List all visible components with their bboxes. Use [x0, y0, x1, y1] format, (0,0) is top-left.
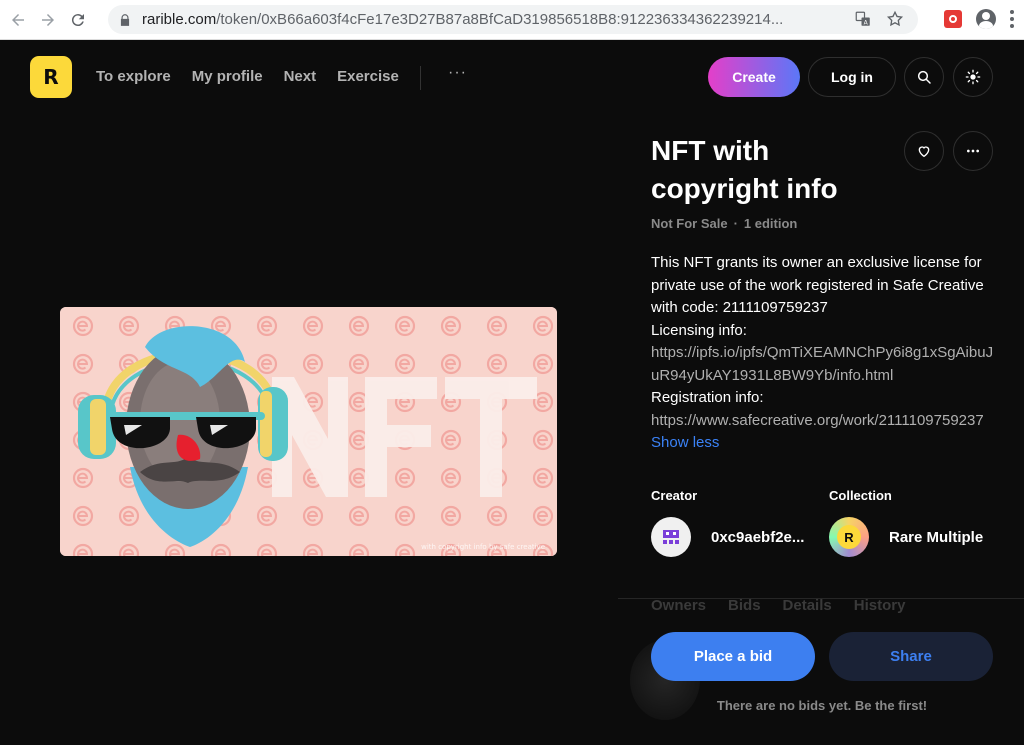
- nav-more-icon[interactable]: ···: [448, 64, 467, 82]
- theme-toggle-button[interactable]: [953, 57, 993, 97]
- nft-description: This NFT grants its owner an exclusive l…: [651, 252, 996, 455]
- url-host: rarible.com: [142, 11, 217, 28]
- detail-tabs: Owners Bids Details History: [651, 597, 905, 614]
- forward-icon[interactable]: [36, 8, 60, 32]
- creator-name: 0xc9aebf2e...: [711, 528, 805, 546]
- collection-profile[interactable]: R Rare Multiple: [829, 517, 983, 557]
- bookmark-star-icon[interactable]: [886, 10, 904, 28]
- creator-avatar: [651, 517, 691, 557]
- nav-to-explore[interactable]: To explore: [96, 68, 171, 85]
- pixel-avatar-icon: [663, 530, 679, 544]
- search-button[interactable]: [904, 57, 944, 97]
- nft-illustration: with copyright info by safe creative: [60, 307, 557, 556]
- create-button[interactable]: Create: [708, 57, 800, 97]
- description-intro: This NFT grants its owner an exclusive l…: [651, 254, 984, 316]
- edition-count: 1 edition: [743, 216, 798, 231]
- nft-artwork[interactable]: with copyright info by safe creative: [60, 307, 557, 556]
- rarible-logo[interactable]: R: [30, 56, 72, 98]
- registration-link[interactable]: https://www.safecreative.org/work/211110…: [651, 412, 984, 429]
- translate-icon[interactable]: A: [854, 10, 872, 28]
- nav-my-profile[interactable]: My profile: [192, 68, 263, 85]
- creator-label: Creator: [651, 488, 698, 503]
- site-header: R To explore My profile Next Exercise ··…: [0, 40, 1024, 116]
- tab-history[interactable]: History: [854, 597, 906, 614]
- reload-icon[interactable]: [66, 8, 90, 32]
- like-button[interactable]: [904, 131, 944, 171]
- sale-meta: Not For Sale · 1 edition: [651, 216, 798, 231]
- more-options-button[interactable]: [953, 131, 993, 171]
- ellipsis-icon: [967, 149, 979, 153]
- extension-icon[interactable]: [944, 10, 962, 28]
- nft-title: NFT with copyright info: [651, 135, 838, 204]
- address-bar[interactable]: rarible.com/token/0xB66a603f4cFe17e3D27B…: [108, 5, 918, 34]
- main-nav: To explore My profile Next Exercise: [96, 68, 399, 85]
- browser-menu-icon[interactable]: [1010, 10, 1014, 28]
- share-button[interactable]: Share: [829, 632, 993, 681]
- lock-icon: [120, 13, 130, 26]
- search-icon: [917, 70, 931, 84]
- nav-divider: [420, 66, 421, 90]
- url-path: /token/0xB66a603f4cFe17e3D27B87a8BfCaD31…: [216, 11, 784, 28]
- licensing-link[interactable]: https://ipfs.io/ipfs/QmTiXEAMNChPy6i8g1x…: [651, 342, 996, 387]
- collection-avatar: R: [829, 517, 869, 557]
- login-button[interactable]: Log in: [808, 57, 896, 97]
- heart-icon: [918, 146, 930, 158]
- licensing-label: Licensing info:: [651, 321, 747, 339]
- url-text: rarible.com/token/0xB66a603f4cFe17e3D27B…: [142, 11, 842, 28]
- nft-caption: with copyright info by safe creative: [421, 543, 545, 551]
- no-bids-message: There are no bids yet. Be the first!: [716, 698, 928, 713]
- nav-next[interactable]: Next: [284, 68, 317, 85]
- profile-icon[interactable]: [976, 9, 996, 29]
- tab-owners[interactable]: Owners: [651, 597, 706, 614]
- registration-label: Registration info:: [651, 389, 764, 406]
- collection-name: Rare Multiple: [889, 528, 984, 546]
- tab-details[interactable]: Details: [783, 597, 832, 614]
- show-less-link[interactable]: Show less: [651, 434, 719, 451]
- tab-bids[interactable]: Bids: [728, 597, 761, 614]
- sale-status: Not For Sale: [651, 216, 728, 231]
- back-icon[interactable]: [6, 8, 30, 32]
- logo-letter: R: [43, 65, 59, 89]
- browser-toolbar: rarible.com/token/0xB66a603f4cFe17e3D27B…: [0, 0, 1024, 40]
- place-bid-button[interactable]: Place a bid: [651, 632, 815, 681]
- collection-label: Collection: [829, 488, 892, 503]
- creator-profile[interactable]: 0xc9aebf2e...: [651, 517, 821, 557]
- collection-avatar-letter: R: [844, 529, 854, 545]
- sun-icon: [965, 69, 981, 85]
- nav-exercise[interactable]: Exercise: [337, 68, 399, 85]
